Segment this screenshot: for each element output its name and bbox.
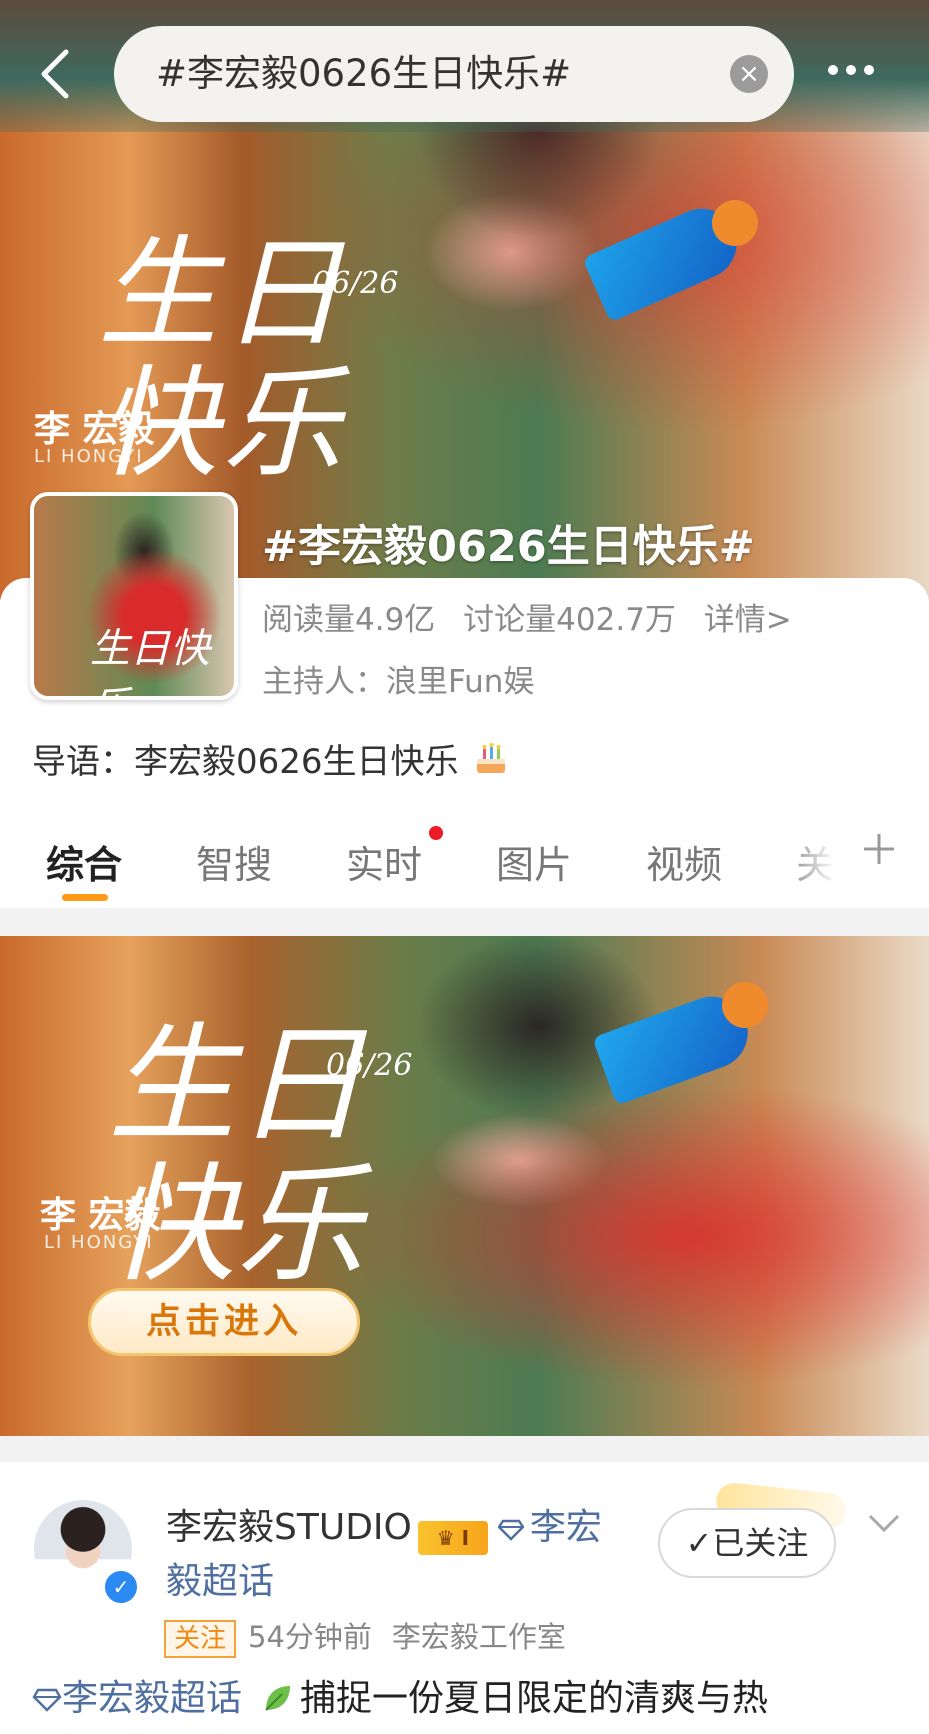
- tab-smart-search[interactable]: 智搜: [196, 834, 272, 889]
- check-icon: ✓: [685, 1524, 713, 1562]
- banner-name-en: LI HONGYI: [34, 446, 144, 467]
- following-label: 已关注: [712, 1524, 809, 1562]
- post-text: 李宏毅超话 捕捉一份夏日限定的清爽与热: [32, 1674, 912, 1730]
- chevron-left-icon: [41, 49, 69, 99]
- tab-realtime[interactable]: 实时: [346, 834, 422, 889]
- thumbnail-text: 生日快乐: [90, 626, 210, 696]
- clear-search-button[interactable]: ×: [730, 55, 768, 93]
- leaf-icon: [260, 1680, 294, 1730]
- badge-level: I: [461, 1526, 470, 1550]
- party-hat-pompom: [722, 982, 768, 1028]
- diamond-icon: [32, 1678, 62, 1719]
- search-bar[interactable]: #李宏毅0626生日快乐# ×: [114, 26, 794, 122]
- add-tab-button[interactable]: [862, 826, 896, 877]
- back-button[interactable]: [34, 44, 78, 104]
- topic-title: #李宏毅0626生日快乐#: [262, 522, 755, 572]
- topic-thumbnail[interactable]: 生日快乐: [30, 492, 238, 700]
- cake-icon: [473, 741, 509, 786]
- section-divider: [0, 1436, 929, 1462]
- tab-fade-overlay: [780, 820, 860, 890]
- topic-host: 主持人：浪里Fun娱: [262, 664, 535, 700]
- promo-name-cn: 李 宏毅: [40, 1195, 161, 1236]
- tab-images[interactable]: 图片: [496, 834, 572, 889]
- party-hat-pompom: [712, 200, 758, 246]
- details-link[interactable]: 详情>: [704, 602, 792, 638]
- follow-tag: 关注: [164, 1620, 237, 1658]
- new-indicator-dot: [429, 826, 443, 840]
- author-name[interactable]: 李宏毅STUDIO: [166, 1507, 412, 1548]
- search-query[interactable]: #李宏毅0626生日快乐#: [156, 26, 571, 122]
- section-divider: [0, 908, 929, 936]
- plus-icon: [864, 834, 894, 864]
- promo-name-en: LI HONGYI: [44, 1232, 154, 1253]
- tab-videos[interactable]: 视频: [646, 834, 722, 889]
- banner-date: 06/26: [312, 266, 399, 301]
- promo-date: 06/26: [326, 1048, 413, 1083]
- post-source[interactable]: 李宏毅工作室: [392, 1620, 566, 1654]
- post-body-text: 捕捉一份夏日限定的清爽与热: [300, 1678, 769, 1719]
- verified-badge-icon: ✓: [102, 1568, 140, 1606]
- post-menu-button[interactable]: [866, 1510, 902, 1538]
- post-time: 54分钟前: [248, 1620, 372, 1654]
- promo-birthday-text: 生日快乐: [108, 1011, 365, 1300]
- post-meta: 关注 54分钟前 李宏毅工作室: [164, 1614, 566, 1658]
- dot-icon: [864, 65, 874, 75]
- topic-intro: 导语：李宏毅0626生日快乐: [32, 734, 509, 786]
- read-count: 阅读量4.9亿: [262, 602, 436, 638]
- post-author-block: 李宏毅STUDIO ♛ I 李宏毅超话: [166, 1502, 636, 1608]
- topic-stats: 阅读量4.9亿 讨论量402.7万 详情>: [262, 594, 810, 639]
- dot-icon: [846, 65, 856, 75]
- discussion-count: 讨论量402.7万: [463, 602, 676, 638]
- promo-banner[interactable]: 生日快乐 06/26 李 宏毅 LI HONGYI 点击进入: [0, 936, 929, 1436]
- active-tab-indicator: [62, 894, 108, 901]
- dot-icon: [828, 65, 838, 75]
- more-options-button[interactable]: [828, 60, 888, 90]
- following-button[interactable]: ✓已关注: [658, 1508, 836, 1578]
- close-icon: ×: [738, 59, 760, 89]
- tab-comprehensive[interactable]: 综合: [46, 834, 122, 889]
- diamond-icon: [497, 1504, 525, 1556]
- enter-button[interactable]: 点击进入: [88, 1288, 360, 1356]
- chevron-down-icon: [868, 1514, 900, 1533]
- banner-name-cn: 李 宏毅: [34, 409, 155, 450]
- crown-badge-icon: ♛ I: [417, 1521, 488, 1555]
- intro-text: 导语：李宏毅0626生日快乐: [32, 742, 459, 782]
- post-topic-link[interactable]: 李宏毅超话: [62, 1678, 242, 1719]
